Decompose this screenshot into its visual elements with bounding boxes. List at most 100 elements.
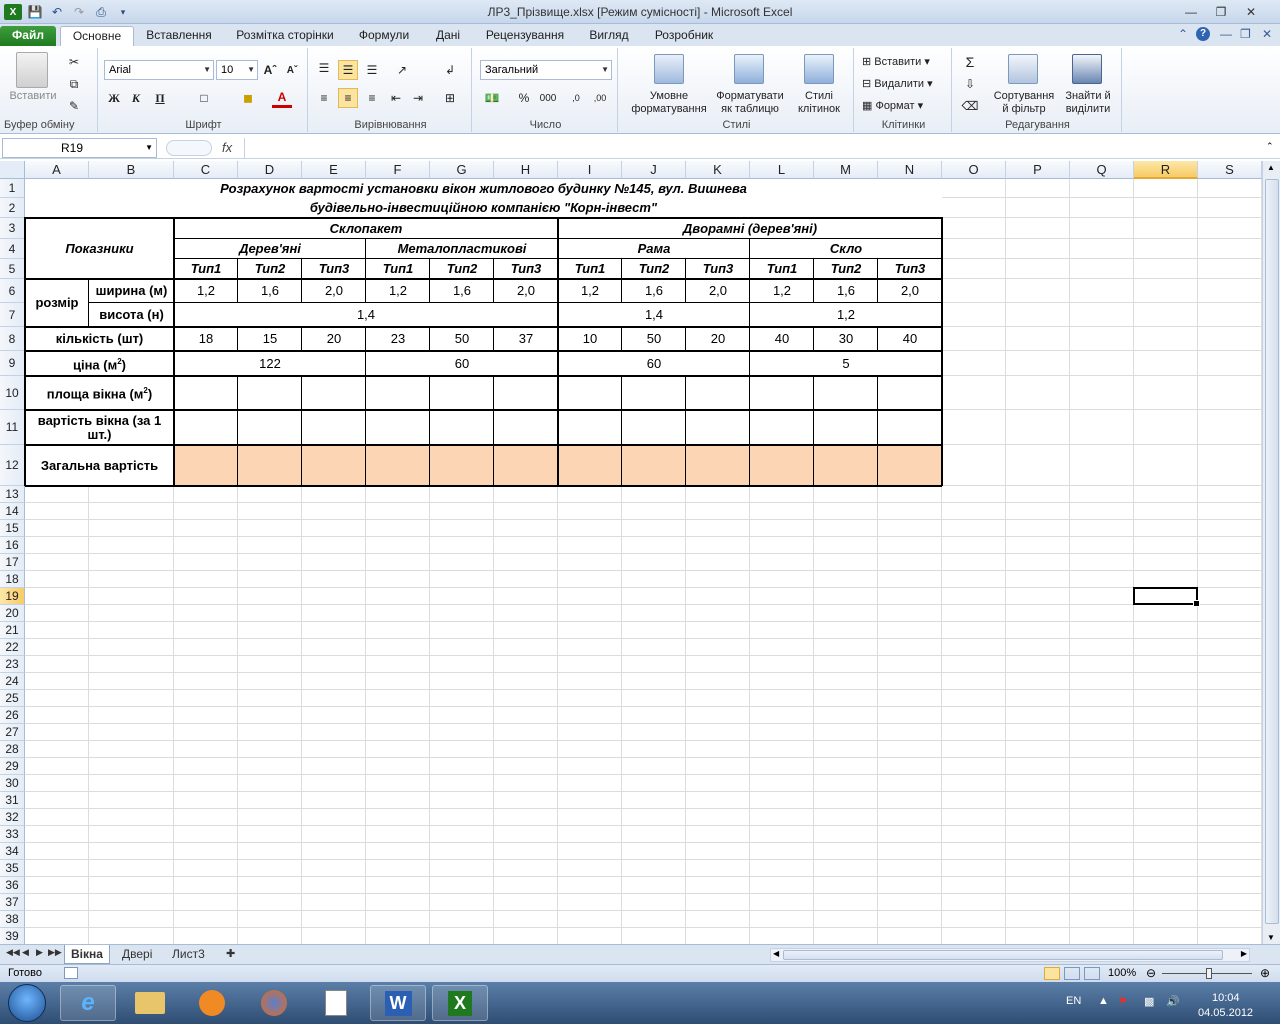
cell[interactable] [814,656,878,673]
cell[interactable] [366,690,430,707]
cell[interactable] [366,928,430,945]
cell[interactable] [1134,486,1198,503]
cell[interactable] [366,877,430,894]
word-icon[interactable]: W [370,985,426,1021]
cell[interactable] [558,928,622,945]
row-header-25[interactable]: 25 [0,690,25,707]
row-header-30[interactable]: 30 [0,775,25,792]
cell[interactable] [622,928,686,945]
cell[interactable] [25,843,89,860]
cell[interactable] [942,656,1006,673]
row-header-10[interactable]: 10 [0,376,25,410]
cell[interactable] [494,826,558,843]
cell[interactable] [25,486,89,503]
row-header-21[interactable]: 21 [0,622,25,639]
cell[interactable] [494,843,558,860]
cell[interactable] [622,758,686,775]
cell[interactable] [174,639,238,656]
cell[interactable] [1006,376,1070,410]
cell[interactable] [25,571,89,588]
cell[interactable] [1006,588,1070,605]
cell[interactable] [686,843,750,860]
cell[interactable] [878,571,942,588]
cell[interactable] [25,826,89,843]
first-sheet-icon[interactable]: ◀◀ [6,947,20,958]
cell[interactable] [558,605,622,622]
cell[interactable] [366,639,430,656]
cell[interactable] [494,775,558,792]
cell[interactable] [750,911,814,928]
cell[interactable] [494,520,558,537]
cell[interactable] [750,860,814,877]
cell[interactable] [89,843,174,860]
cell[interactable] [1070,707,1134,724]
cell[interactable] [814,928,878,945]
cell[interactable] [174,860,238,877]
cell[interactable] [750,520,814,537]
cell[interactable] [750,588,814,605]
cell[interactable] [686,622,750,639]
column-header-P[interactable]: P [1006,161,1070,179]
cell[interactable] [1198,707,1262,724]
cell[interactable] [238,928,302,945]
cell[interactable] [942,707,1006,724]
cell[interactable] [1134,376,1198,410]
cell[interactable] [366,376,430,410]
select-all-corner[interactable] [0,161,25,179]
cell[interactable] [750,758,814,775]
scroll-left-icon[interactable]: ◀ [773,949,779,958]
cell[interactable] [750,571,814,588]
cell[interactable] [1134,351,1198,376]
cell[interactable] [878,486,942,503]
cell[interactable] [302,894,366,911]
cell[interactable] [1134,656,1198,673]
cell[interactable] [89,520,174,537]
cell[interactable] [622,486,686,503]
cell[interactable] [430,843,494,860]
cell[interactable] [622,639,686,656]
cell[interactable] [430,911,494,928]
cell[interactable] [942,520,1006,537]
cell[interactable] [750,376,814,410]
cell[interactable] [1070,911,1134,928]
cell[interactable] [814,537,878,554]
cell[interactable] [814,843,878,860]
cell[interactable] [942,758,1006,775]
cell[interactable] [89,690,174,707]
cell[interactable] [1006,741,1070,758]
cell[interactable] [814,809,878,826]
cell[interactable] [430,656,494,673]
column-header-I[interactable]: I [558,161,622,179]
cell[interactable] [686,877,750,894]
row-header-11[interactable]: 11 [0,410,25,445]
column-header-L[interactable]: L [750,161,814,179]
cell[interactable] [1198,860,1262,877]
cell[interactable] [174,537,238,554]
cell[interactable] [494,639,558,656]
cell[interactable] [238,622,302,639]
cell[interactable] [558,860,622,877]
cell[interactable] [1198,259,1262,279]
cell[interactable] [1134,554,1198,571]
column-header-M[interactable]: M [814,161,878,179]
cell[interactable] [558,826,622,843]
cell[interactable] [174,588,238,605]
cell[interactable] [1006,809,1070,826]
cell[interactable] [89,486,174,503]
cell[interactable] [1198,571,1262,588]
internet-explorer-icon[interactable]: e [60,985,116,1021]
cell[interactable] [174,503,238,520]
cell[interactable] [878,656,942,673]
cell[interactable] [25,809,89,826]
row-header-37[interactable]: 37 [0,894,25,911]
cell[interactable] [1198,239,1262,259]
cell[interactable] [89,741,174,758]
cell[interactable] [1070,656,1134,673]
cell[interactable] [1006,537,1070,554]
row-header-24[interactable]: 24 [0,673,25,690]
cell[interactable] [1198,809,1262,826]
cell[interactable] [430,894,494,911]
cell[interactable] [622,588,686,605]
cell[interactable] [686,410,750,445]
cell[interactable] [878,894,942,911]
